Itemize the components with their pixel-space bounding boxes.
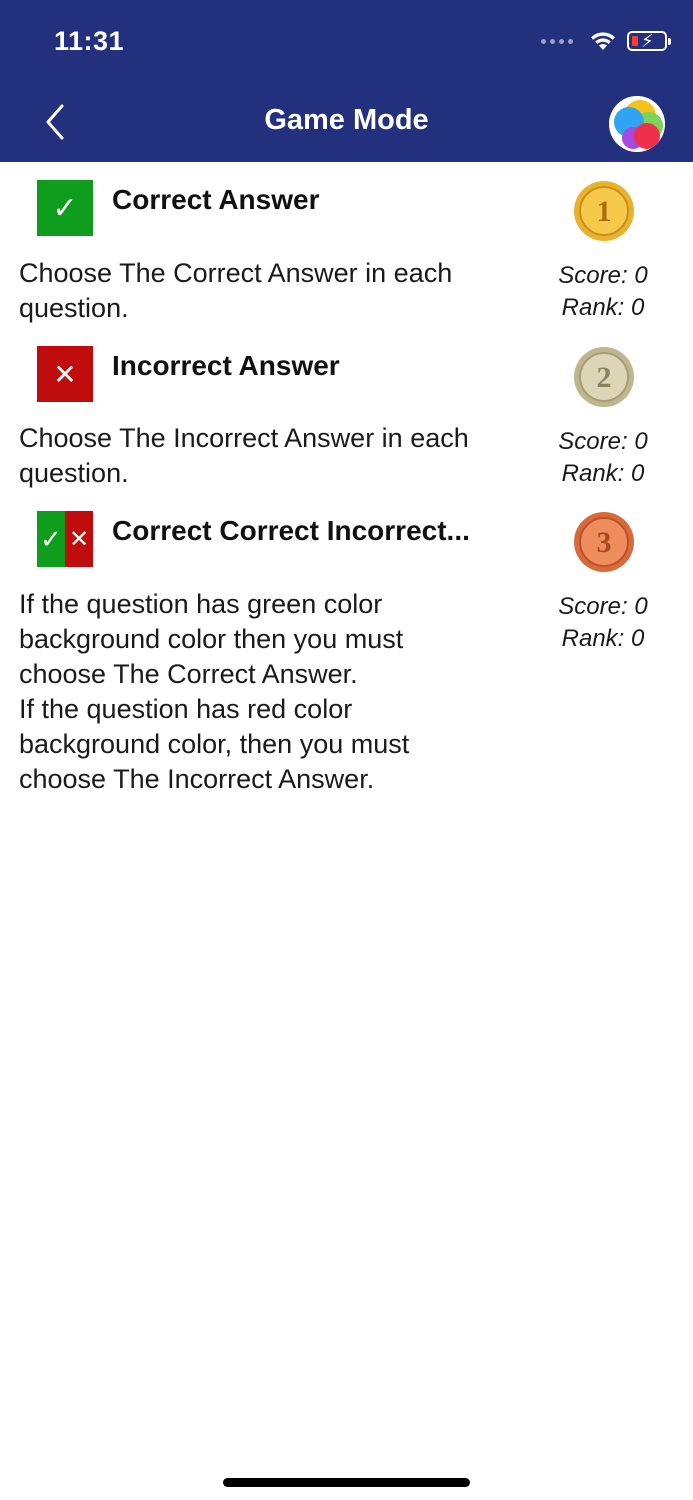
battery-charging-icon: ⚡ xyxy=(627,31,671,51)
rank-label: Rank: 0 xyxy=(561,460,645,487)
page-title: Game Mode xyxy=(264,104,429,136)
description-line: If the question has red color xyxy=(19,694,353,724)
description-line: background color then you must xyxy=(19,624,404,654)
mode-description: Choose The Correct Answer in each questi… xyxy=(19,258,453,323)
gold-medal-icon: 1 xyxy=(574,181,634,241)
check-cross-icon: ✓ ✕ xyxy=(37,511,93,567)
app-header: 11:31 ⚡ Game Mode xyxy=(0,0,693,162)
home-indicator[interactable] xyxy=(223,1478,470,1487)
mode-description: If the question has green color backgrou… xyxy=(19,587,519,797)
mode-title: Correct Answer xyxy=(112,184,320,215)
description-line: choose The Incorrect Answer. xyxy=(19,764,375,794)
medal-number: 1 xyxy=(597,195,612,228)
cross-icon: ✕ xyxy=(37,346,93,402)
signal-dots-icon xyxy=(541,38,573,44)
status-indicators: ⚡ xyxy=(541,30,671,52)
mode-description: Choose The Incorrect Answer in each ques… xyxy=(19,423,469,488)
game-center-icon xyxy=(609,96,665,152)
bronze-medal-icon: 3 xyxy=(574,512,634,572)
mode-stats: Score: 0 Rank: 0 xyxy=(540,591,666,655)
status-time: 11:31 xyxy=(54,26,125,56)
score-label: Score: 0 xyxy=(558,262,648,289)
score-label: Score: 0 xyxy=(558,428,648,455)
mode-correct-correct-incorrect[interactable]: ✓ ✕ Correct Correct Incorrect... If the … xyxy=(0,511,693,801)
mode-correct-answer[interactable]: ✓ Correct Answer Choose The Correct Answ… xyxy=(0,180,693,330)
medal-number: 3 xyxy=(597,526,612,559)
checkmark-icon: ✓ xyxy=(37,180,93,236)
mode-incorrect-answer[interactable]: ✕ Incorrect Answer Choose The Incorrect … xyxy=(0,346,693,496)
description-line: If the question has green color xyxy=(19,589,383,619)
description-line: background color, then you must xyxy=(19,729,410,759)
silver-medal-icon: 2 xyxy=(574,347,634,407)
game-center-button[interactable] xyxy=(609,96,665,152)
rank-label: Rank: 0 xyxy=(561,625,645,652)
mode-stats: Score: 0 Rank: 0 xyxy=(540,260,666,324)
mode-title: Correct Correct Incorrect... xyxy=(112,515,470,546)
mode-stats: Score: 0 Rank: 0 xyxy=(540,426,666,490)
rank-label: Rank: 0 xyxy=(561,294,645,321)
mode-title: Incorrect Answer xyxy=(112,350,340,381)
description-line: choose The Correct Answer. xyxy=(19,659,358,689)
score-label: Score: 0 xyxy=(558,593,648,620)
wifi-icon xyxy=(591,32,615,50)
medal-number: 2 xyxy=(597,361,612,394)
